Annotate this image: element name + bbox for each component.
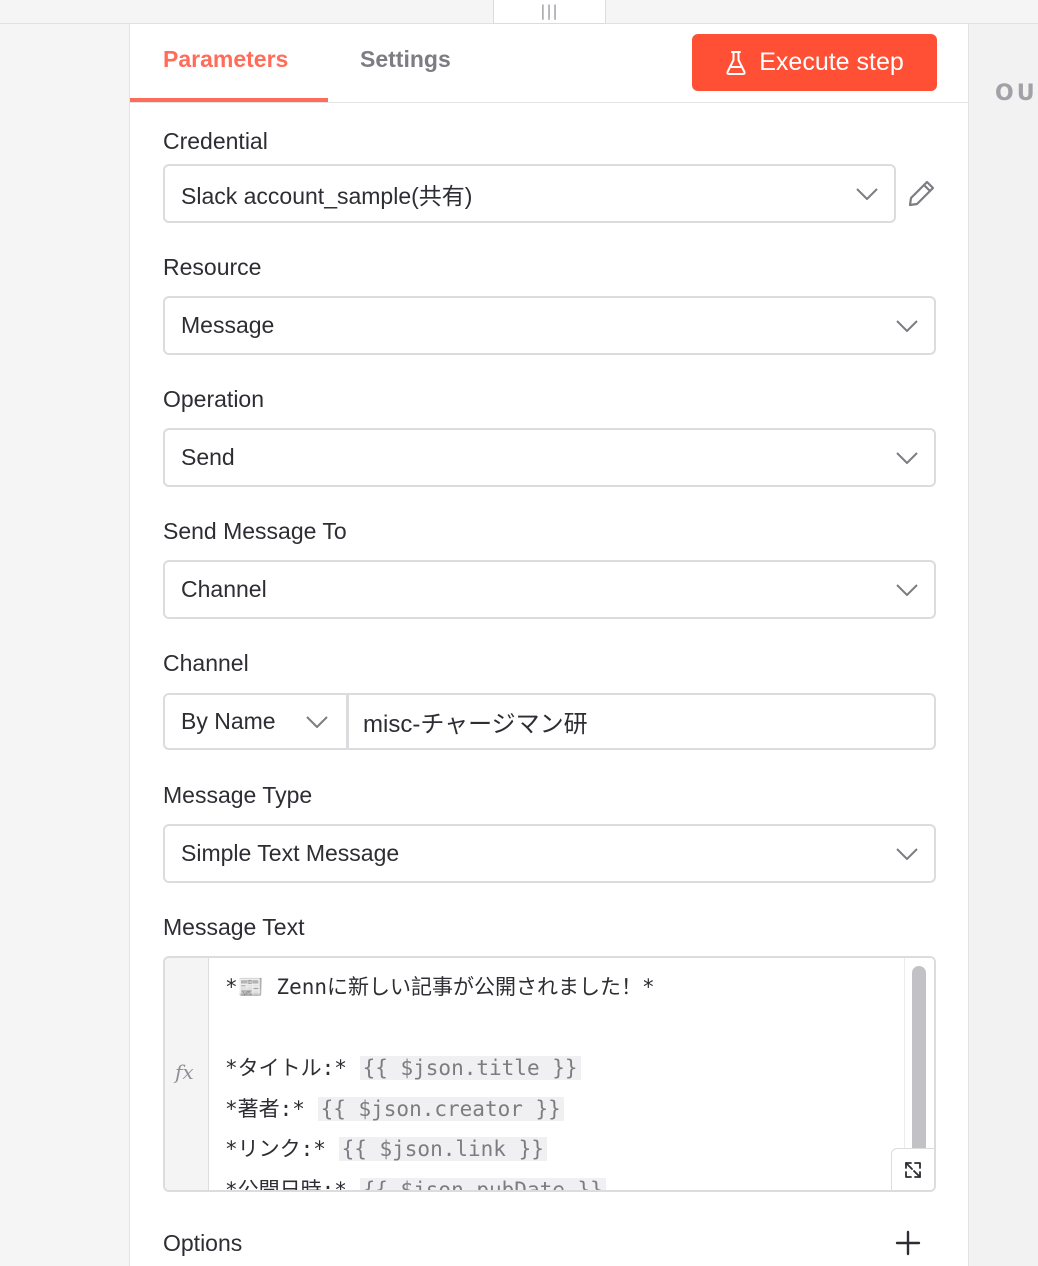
code-line: *📰 Zennに新しい記事が公開されました！* [225, 975, 655, 999]
resource-value: Message [181, 312, 275, 338]
expand-editor-button[interactable] [891, 1148, 934, 1190]
output-panel-label: OU [995, 81, 1038, 106]
drag-handle-glyph: ||| [540, 1, 559, 20]
operation-label: Operation [163, 386, 265, 412]
credential-value: Slack account_sample(共有) [181, 182, 473, 209]
panel-drag-handle[interactable]: ||| [493, 0, 606, 24]
send-to-value: Channel [181, 576, 267, 602]
fx-icon: fx [175, 1060, 194, 1084]
channel-mode-value: By Name [181, 708, 276, 734]
chevron-down-icon [896, 583, 918, 596]
chevron-down-icon [896, 847, 918, 860]
expression-gutter: fx [165, 958, 209, 1190]
expand-icon [905, 1162, 921, 1178]
message-type-select[interactable]: Simple Text Message [163, 824, 936, 883]
message-text-label: Message Text [163, 914, 305, 940]
panel-tabs: Parameters Settings Execute step [130, 24, 968, 103]
execute-step-button[interactable]: Execute step [692, 34, 937, 91]
pencil-icon[interactable] [907, 178, 937, 208]
chevron-down-icon [896, 451, 918, 464]
channel-name-value: misc-チャージマン研 [363, 711, 588, 738]
send-to-select[interactable]: Channel [163, 560, 936, 619]
scrollbar-thumb[interactable] [912, 966, 926, 1156]
expression-token: {{ $json.pubDate }} [359, 1177, 606, 1190]
credential-label: Credential [163, 128, 268, 154]
message-type-label: Message Type [163, 782, 313, 808]
message-type-value: Simple Text Message [181, 840, 400, 866]
chevron-down-icon [896, 319, 918, 332]
node-parameters-panel: Parameters Settings Execute step Credent… [129, 24, 969, 1266]
options-label: Options [163, 1230, 243, 1256]
execute-step-label: Execute step [759, 48, 904, 76]
chevron-down-icon [306, 715, 328, 728]
code-line: *タイトル:* {{ $json.title }} [225, 1051, 905, 1092]
tab-parameters[interactable]: Parameters [163, 46, 288, 73]
operation-select[interactable]: Send [163, 428, 936, 487]
operation-value: Send [181, 444, 235, 470]
chevron-down-icon [856, 187, 878, 200]
message-text-content[interactable]: *📰 Zennに新しい記事が公開されました！* *タイトル:* {{ $json… [225, 970, 905, 1190]
credential-select[interactable]: Slack account_sample(共有) [163, 164, 896, 223]
channel-mode-select[interactable]: By Name [163, 693, 348, 750]
resource-label: Resource [163, 254, 262, 280]
resource-select[interactable]: Message [163, 296, 936, 355]
send-to-label: Send Message To [163, 518, 347, 544]
code-line: *著者:* {{ $json.creator }} [225, 1092, 905, 1133]
expression-token: {{ $json.creator }} [317, 1096, 564, 1121]
code-line: *リンク:* {{ $json.link }} [225, 1132, 905, 1173]
plus-icon[interactable] [895, 1230, 921, 1256]
expression-token: {{ $json.title }} [359, 1056, 581, 1080]
channel-name-input[interactable]: misc-チャージマン研 [347, 693, 936, 750]
output-panel: OU [969, 24, 1038, 1266]
expression-token: {{ $json.link }} [338, 1137, 547, 1161]
channel-label: Channel [163, 650, 249, 676]
flask-icon [726, 50, 746, 75]
code-line: *公開日時:* {{ $json.pubDate }} [225, 1173, 905, 1190]
message-text-editor[interactable]: fx *📰 Zennに新しい記事が公開されました！* *タイトル:* {{ $j… [163, 956, 936, 1192]
active-tab-indicator [130, 98, 328, 102]
tab-settings[interactable]: Settings [360, 46, 451, 73]
